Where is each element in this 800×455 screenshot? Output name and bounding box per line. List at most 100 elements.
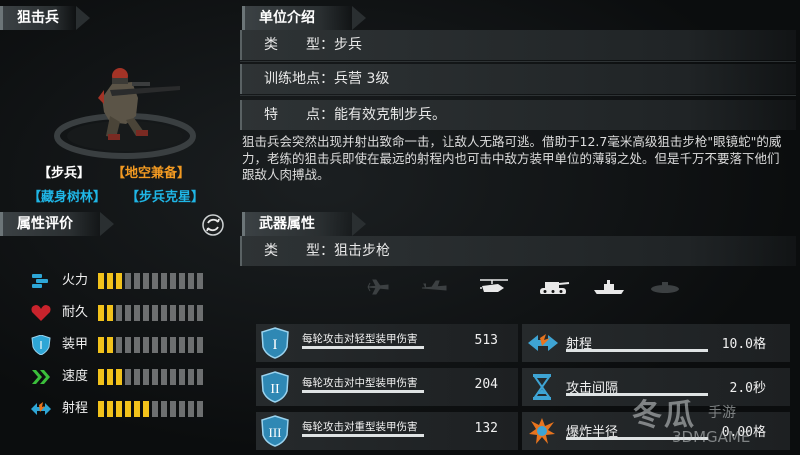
stat-bar-segment [107,273,113,289]
unit-detail-screen: 狙击兵 【步兵】 【地空兼备】 【藏身树林】 【步兵克星】 属性评价 火力 耐久… [0,0,800,455]
stat-bars [98,337,206,353]
unit-name: 狙击兵 [17,10,59,26]
stat-bar-segment [152,273,158,289]
damage-row-medium: II 每轮攻击对中型装甲伤害 204 [256,368,518,406]
stat-label: 装甲 [62,337,89,352]
training-location-value: 兵营 3级 [334,71,390,87]
damage-label: 每轮攻击对中型装甲伤害 [302,377,418,389]
tank-icon [540,282,570,294]
tag-text: 【藏身树林】 [28,190,107,205]
damage-value: 204 [474,377,498,392]
stat-bar-segment [152,401,158,417]
stat-bar-segment [170,305,176,321]
weapon-type-value: 狙击步枪 [334,243,390,259]
svg-text:I: I [273,337,278,353]
tag-text: 【步兵】 [38,166,91,181]
svg-text:III: III [269,425,282,440]
stat-bar-segment [152,305,158,321]
stat-bar-segment [188,369,194,385]
range-icon [528,334,558,351]
stat-bar-segment [152,337,158,353]
swap-icon[interactable] [202,214,224,236]
stat-bar-segment [134,369,140,385]
prop-underline [566,349,708,352]
stat-bars [98,273,206,289]
stat-bar-segment [116,337,122,353]
stat-bar-segment [161,401,167,417]
stat-bar-segment [98,273,104,289]
stat-bar-segment [134,305,140,321]
unit-tag-infantry: 【步兵】 [38,166,90,182]
stat-bar-segment [170,273,176,289]
stat-bar-segment [143,401,149,417]
weapon-attributes-title: 武器属性 [259,216,315,232]
stat-bar-segment [188,337,194,353]
stat-bar-segment [98,369,104,385]
stat-bar-segment [107,401,113,417]
stat-bar-segment [161,337,167,353]
stat-bar-segment [134,337,140,353]
stat-bar-segment [125,369,131,385]
attributes-tab: 属性评价 [0,212,114,236]
stat-bar-segment [125,273,131,289]
damage-label: 每轮攻击对重型装甲伤害 [302,421,418,433]
stat-bar-segment [197,305,203,321]
weapon-type-row: 类 型：狙击步枪 [240,236,796,266]
stat-bar-segment [179,401,185,417]
submarine-icon [651,282,679,293]
stat-bars [98,305,206,321]
feature-key: 特 点： [264,107,334,123]
stat-bar-segment [179,337,185,353]
stat-bar-segment [134,273,140,289]
weapon-attributes-tab: 武器属性 [242,212,366,236]
hourglass-icon [533,374,551,400]
unit-intro-title: 单位介绍 [259,10,315,26]
stat-bar-segment [116,305,122,321]
feature-row: 特 点：能有效克制步兵。 [240,100,796,130]
stat-bar-segment [143,337,149,353]
unit-intro-tab: 单位介绍 [242,6,366,30]
damage-row-light: I 每轮攻击对轻型装甲伤害 513 [256,324,518,362]
stat-bar-segment [125,401,131,417]
site-watermark: 冬瓜 手游 3DMGAME [612,392,800,452]
weapon-type-key: 类 型： [264,243,334,259]
stat-bar-segment [188,273,194,289]
stat-bar-segment [170,337,176,353]
svg-text:II: II [270,382,280,397]
watermark-sub: 手游 [708,405,736,421]
stat-bar-segment [98,337,104,353]
stat-bars [98,369,206,385]
damage-underline [302,434,424,437]
stat-bar-segment [188,401,194,417]
stat-bar-segment [188,305,194,321]
stat-bar-segment [161,369,167,385]
bomber-jet-icon [421,280,447,291]
stat-bar-segment [197,337,203,353]
damage-label: 每轮攻击对轻型装甲伤害 [302,333,418,345]
training-location-row: 训练地点：兵营 3级 [240,64,796,94]
stat-bar-segment [170,401,176,417]
damage-value: 132 [474,421,498,436]
stat-bar-segment [98,305,104,321]
stat-bar-segment [134,401,140,417]
training-location-key: 训练地点： [264,71,334,87]
stat-label: 耐久 [62,305,89,320]
stat-bar-segment [125,305,131,321]
unit-type-key: 类 型： [264,37,334,53]
stat-row-2: 耐久 [30,302,210,324]
explosion-icon [529,418,555,444]
stat-label: 射程 [62,401,89,416]
unit-type-row: 类 型：步兵 [240,30,796,60]
damage-underline [302,390,424,393]
stat-bars [98,401,206,417]
stat-bar-segment [143,305,149,321]
attributes-title: 属性评价 [17,216,73,232]
stat-bar-segment [143,273,149,289]
stat-bar-segment [170,369,176,385]
weapon-range-row: 射程 10.0格 [522,324,790,362]
unit-name-tab: 狙击兵 [0,6,90,30]
range-value: 10.0格 [721,337,766,352]
stat-bar-segment [197,273,203,289]
feature-value: 能有效克制步兵。 [334,107,446,123]
armor-medium-icon: II [261,371,289,403]
